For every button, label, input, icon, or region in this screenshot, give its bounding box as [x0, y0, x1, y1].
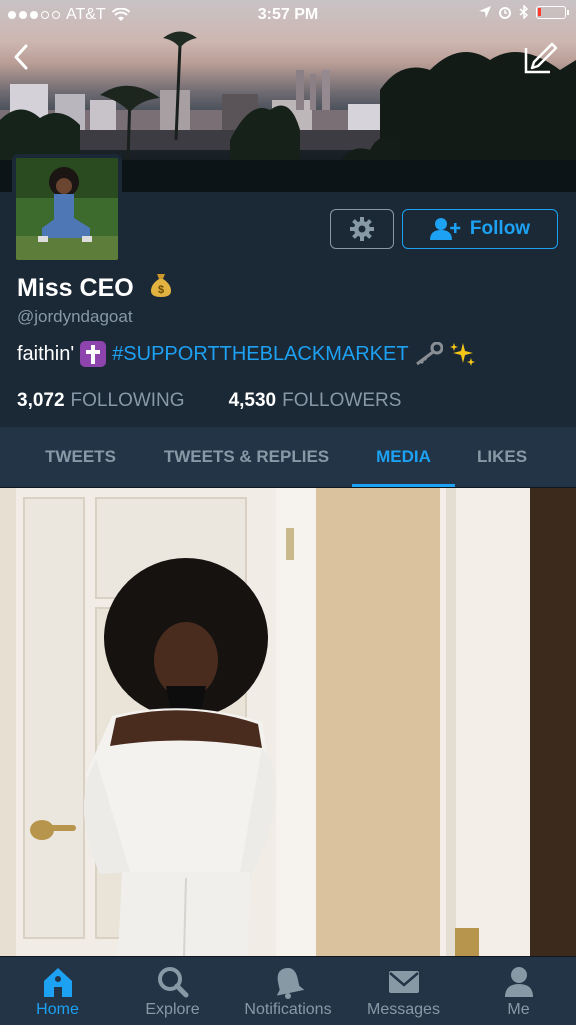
alarm-icon	[499, 7, 511, 19]
media-photo-image	[0, 488, 576, 956]
location-icon	[479, 6, 491, 18]
latin-cross-icon	[80, 341, 107, 367]
following-count: 3,072	[17, 390, 65, 411]
profile-name: Miss CEO $	[17, 272, 173, 303]
nav-home-label: Home	[36, 1001, 79, 1018]
following-stat[interactable]: 3,072 FOLLOWING	[17, 390, 185, 412]
tab-likes[interactable]: LIKES	[462, 427, 542, 487]
nav-notifications[interactable]: Notifications	[230, 957, 346, 1025]
compose-icon[interactable]	[522, 40, 558, 76]
avatar[interactable]	[12, 154, 122, 264]
bio-text: faithin'	[17, 342, 75, 365]
home-icon	[43, 968, 72, 997]
tab-tweets-label: TWEETS	[45, 447, 116, 466]
nav-messages[interactable]: Messages	[346, 957, 461, 1025]
tab-tweets-replies[interactable]: TWEETS & REPLIES	[150, 427, 343, 487]
bluetooth-icon	[519, 5, 529, 19]
tab-tweets[interactable]: TWEETS	[20, 427, 141, 487]
battery-level	[538, 7, 541, 16]
sparkles-icon	[449, 343, 475, 366]
key-icon	[415, 342, 443, 366]
svg-text:$: $	[158, 284, 164, 296]
profile-stats: 3,072 FOLLOWING 4,530 FOLLOWERS	[17, 390, 401, 412]
search-icon	[157, 967, 188, 998]
tab-tweets-replies-label: TWEETS & REPLIES	[163, 447, 330, 466]
tab-media[interactable]: MEDIA	[352, 427, 455, 487]
profile-bio: faithin' #SUPPORTTHEBLACKMARKET	[17, 341, 475, 367]
nav-notifications-label: Notifications	[244, 1001, 332, 1018]
gear-icon	[350, 217, 374, 241]
profile-tabs: TWEETS TWEETS & REPLIES MEDIA LIKES	[0, 427, 576, 488]
follow-button[interactable]: Follow	[402, 209, 558, 249]
nav-home[interactable]: Home	[0, 957, 115, 1025]
follow-label: Follow	[469, 218, 531, 239]
followers-count: 4,530	[228, 390, 277, 411]
person-icon	[504, 967, 533, 997]
money-bag-icon: $	[150, 274, 171, 297]
nav-me-label: Me	[507, 1001, 530, 1018]
settings-button[interactable]	[330, 209, 394, 249]
followers-label: FOLLOWERS	[282, 390, 402, 411]
nav-me[interactable]: Me	[461, 957, 576, 1025]
tab-likes-label: LIKES	[476, 447, 528, 466]
nav-explore[interactable]: Explore	[115, 957, 230, 1025]
following-label: FOLLOWING	[70, 390, 185, 411]
envelope-icon	[388, 971, 419, 993]
profile-name-text: Miss CEO	[17, 274, 134, 302]
nav-explore-label: Explore	[145, 1001, 200, 1018]
bell-icon	[276, 967, 305, 999]
media-photo[interactable]	[0, 488, 576, 956]
chevron-left-icon[interactable]	[8, 40, 32, 74]
battery-icon	[536, 5, 569, 19]
avatar-photo	[16, 158, 118, 260]
bio-hashtag-link[interactable]: #SUPPORTTHEBLACKMARKET	[112, 343, 408, 366]
status-bar: AT&T 3:57 PM	[0, 0, 576, 30]
followers-stat[interactable]: 4,530 FOLLOWERS	[229, 390, 402, 412]
tab-media-label: MEDIA	[376, 447, 431, 466]
profile-handle: @jordyndagoat	[17, 307, 133, 326]
bottom-tab-bar: Home Explore Notifications Messages Me	[0, 956, 576, 1025]
add-user-icon	[429, 218, 461, 240]
nav-messages-label: Messages	[367, 1001, 440, 1018]
